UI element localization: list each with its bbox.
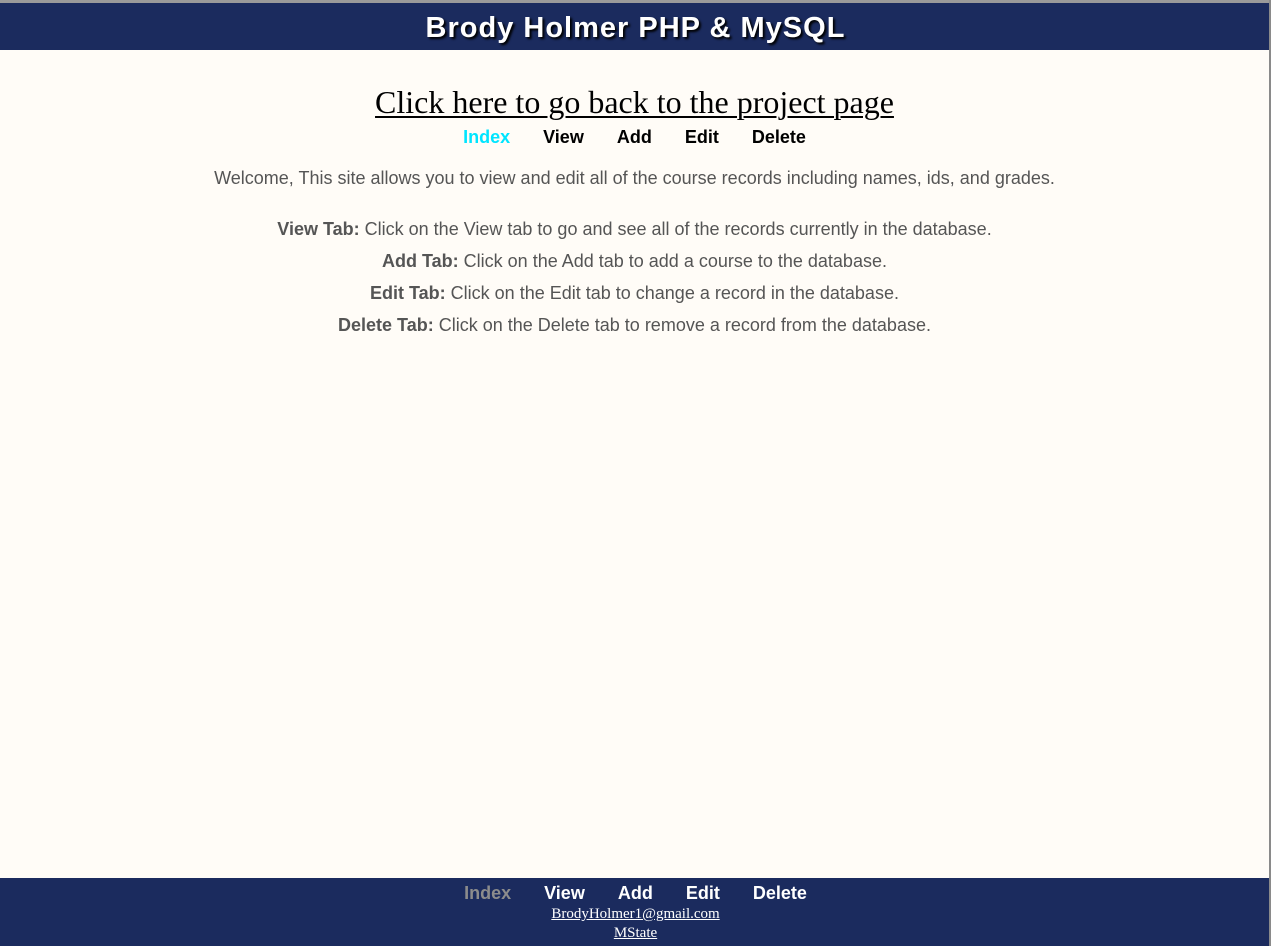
- footer-nav-add[interactable]: Add: [618, 882, 653, 904]
- add-tab-help-text: Click on the Add tab to add a course to …: [458, 251, 887, 271]
- delete-tab-help-text: Click on the Delete tab to remove a reco…: [433, 315, 931, 335]
- nav-tab-add[interactable]: Add: [617, 126, 652, 148]
- delete-tab-help: Delete Tab: Click on the Delete tab to r…: [0, 314, 1269, 336]
- view-tab-help-name: View Tab:: [277, 219, 360, 239]
- site-title: Brody Holmer PHP & MySQL: [425, 12, 846, 44]
- footer-nav-edit[interactable]: Edit: [686, 882, 720, 904]
- nav-tab-edit[interactable]: Edit: [685, 126, 719, 148]
- edit-tab-help: Edit Tab: Click on the Edit tab to chang…: [0, 282, 1269, 304]
- edit-tab-help-text: Click on the Edit tab to change a record…: [445, 283, 899, 303]
- site-footer: Index View Add Edit Delete BrodyHolmer1@…: [0, 878, 1271, 946]
- footer-nav: Index View Add Edit Delete: [0, 882, 1271, 904]
- view-tab-help: View Tab: Click on the View tab to go an…: [0, 218, 1269, 240]
- main-content: Click here to go back to the project pag…: [0, 50, 1269, 336]
- nav-tab-view[interactable]: View: [543, 126, 584, 148]
- back-to-project-link[interactable]: Click here to go back to the project pag…: [375, 83, 894, 121]
- add-tab-help: Add Tab: Click on the Add tab to add a c…: [0, 250, 1269, 272]
- footer-links: BrodyHolmer1@gmail.com MState: [551, 904, 719, 943]
- footer-nav-delete[interactable]: Delete: [753, 882, 807, 904]
- main-nav: Index View Add Edit Delete: [0, 126, 1269, 148]
- nav-tab-delete[interactable]: Delete: [752, 126, 806, 148]
- footer-nav-index[interactable]: Index: [464, 882, 511, 904]
- email-link[interactable]: BrodyHolmer1@gmail.com: [551, 905, 719, 924]
- welcome-text: Welcome, This site allows you to view an…: [214, 168, 1055, 188]
- site-header: Brody Holmer PHP & MySQL: [0, 3, 1271, 50]
- nav-tab-index[interactable]: Index: [463, 126, 510, 148]
- footer-nav-view[interactable]: View: [544, 882, 585, 904]
- add-tab-help-name: Add Tab:: [382, 251, 459, 271]
- view-tab-help-text: Click on the View tab to go and see all …: [359, 219, 992, 239]
- edit-tab-help-name: Edit Tab:: [370, 283, 446, 303]
- mstate-link[interactable]: MState: [551, 924, 719, 943]
- delete-tab-help-name: Delete Tab:: [338, 315, 434, 335]
